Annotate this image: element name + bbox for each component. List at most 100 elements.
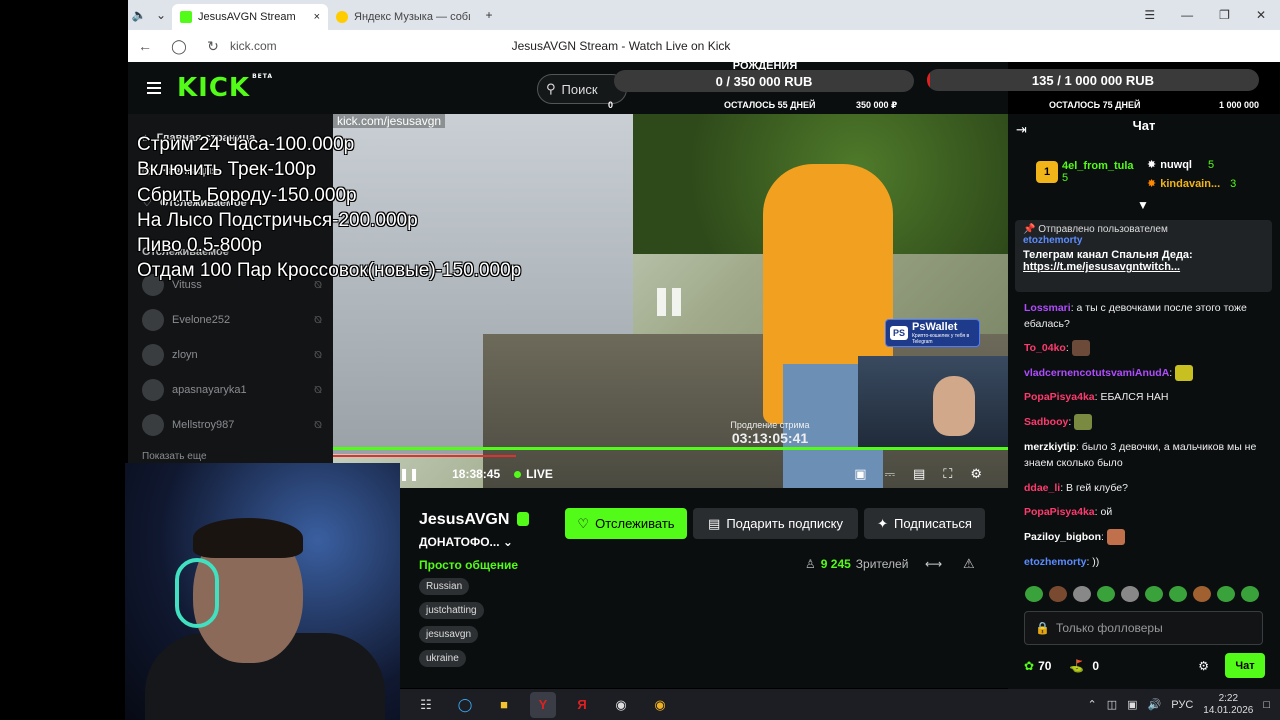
task-view-icon[interactable]: ☷	[413, 692, 439, 718]
pip-icon[interactable]: ▣	[854, 466, 866, 482]
chat-username[interactable]: Paziloy_bigbon	[1024, 531, 1101, 543]
emote-icon[interactable]	[1241, 586, 1259, 602]
chat-username[interactable]: PopaPisya4ka	[1024, 391, 1095, 403]
emote-icon[interactable]	[1145, 586, 1163, 602]
leaderboard-entry[interactable]: ✸ nuwql 5	[1147, 158, 1214, 172]
store-icon[interactable]: ⛳	[1069, 659, 1084, 673]
chat-username[interactable]: ddae_li	[1024, 482, 1060, 494]
clock-date: 14.01.2026	[1203, 704, 1254, 716]
sidebar-channel[interactable]: Mellstroy987 ⦰	[142, 414, 322, 436]
theater-icon[interactable]: ▤	[913, 466, 925, 482]
yandex-icon[interactable]: Я	[569, 692, 595, 718]
file-explorer-icon[interactable]: ■	[491, 692, 517, 718]
pinned-link[interactable]: https://t.me/jesusavgntwitch...	[1023, 261, 1264, 273]
edge-icon[interactable]: ◯	[452, 692, 478, 718]
emote-icon[interactable]	[1025, 586, 1043, 602]
gift-subscription-button[interactable]: ▤ Подарить подписку	[693, 508, 858, 539]
menu-icon[interactable]: ☰	[1144, 8, 1155, 22]
report-warning-icon[interactable]: ⚠	[963, 556, 975, 572]
chat-username[interactable]: Sadbooy	[1024, 416, 1068, 428]
fullscreen-icon[interactable]: ⛶	[943, 466, 952, 482]
streamer-webcam	[125, 463, 400, 720]
emote-icon[interactable]	[1193, 586, 1211, 602]
pause-small-icon[interactable]: ❚❚	[399, 467, 419, 481]
network-icon[interactable]: ▣	[1127, 698, 1137, 711]
close-icon[interactable]: ×	[314, 11, 320, 23]
system-tray: ⌃ ◫ ▣ 🔊 РУС 2:22 14.01.2026 □	[1088, 693, 1280, 717]
new-tab-plus-icon[interactable]: +	[478, 4, 500, 26]
inset-face	[933, 376, 975, 436]
pause-icon[interactable]	[657, 288, 683, 316]
show-more-link[interactable]: Показать еще	[142, 451, 322, 462]
channel-name[interactable]: JesusAVGN	[419, 511, 509, 529]
emote-icon[interactable]	[1049, 586, 1067, 602]
tab-yandex-music[interactable]: Яндекс Музыка — собира	[328, 4, 478, 30]
yandex-browser-icon[interactable]: Y	[530, 691, 556, 718]
chat-message: etozhemorty: ))	[1024, 554, 1270, 570]
profile-icon[interactable]: ◯	[162, 38, 196, 55]
clip-icon[interactable]: ⎓	[885, 466, 895, 482]
language-indicator[interactable]: РУС	[1171, 699, 1193, 711]
sidebar-channel[interactable]: zloyn ⦰	[142, 344, 322, 366]
close-window-icon[interactable]: ✕	[1256, 8, 1266, 22]
stream-category[interactable]: Просто общение	[419, 558, 518, 572]
sidebar-channel[interactable]: apasnayaryka1 ⦰	[142, 379, 322, 401]
pinned-user[interactable]: etozhemorty	[1023, 235, 1264, 246]
window-controls: ☰ — ❐ ✕	[1144, 8, 1280, 22]
kick-logo[interactable]: KICK BETA	[177, 73, 273, 103]
volume-icon[interactable]: 🔊	[1148, 698, 1162, 711]
restore-icon[interactable]: ❐	[1219, 8, 1230, 22]
obs-icon[interactable]: ◉	[608, 692, 634, 718]
stream-tag[interactable]: jesusavgn	[419, 626, 479, 643]
tab-jesusavgn-stream[interactable]: JesusAVGN Stream ×	[172, 4, 328, 30]
battery-icon[interactable]: ◫	[1107, 698, 1117, 711]
emote-icon	[1071, 340, 1090, 357]
emote-icon[interactable]	[1217, 586, 1235, 602]
filter-icon[interactable]: ▼	[1137, 198, 1149, 212]
emote-icon[interactable]	[1073, 586, 1091, 602]
chat-username[interactable]: To_04ko	[1024, 342, 1066, 354]
leaderboard-entry[interactable]: 1 4el_from_tula 5	[1036, 160, 1134, 184]
chevron-up-icon[interactable]: ⌃	[1088, 698, 1097, 711]
chat-username[interactable]: PopaPisya4ka	[1024, 506, 1095, 518]
stream-tag[interactable]: ukraine	[419, 650, 466, 667]
chevron-down-icon[interactable]: ⌄	[503, 535, 513, 549]
hamburger-menu-icon[interactable]	[147, 82, 161, 94]
sidebar-channel[interactable]: Evelone252 ⦰	[142, 309, 322, 331]
stream-tag[interactable]: justchatting	[419, 602, 484, 619]
chat-username[interactable]: Lossmari	[1024, 302, 1071, 314]
chrome-icon[interactable]: ◉	[647, 692, 673, 718]
clock-time: 2:22	[1218, 692, 1239, 704]
follow-button[interactable]: ♡ Отслеживать	[565, 508, 687, 539]
clock[interactable]: 2:22 14.01.2026	[1203, 693, 1253, 717]
emote-icon[interactable]	[1097, 586, 1115, 602]
gear-icon[interactable]: ⚙	[970, 466, 982, 482]
chat-username[interactable]: merzkiytip	[1024, 441, 1076, 453]
seek-bar[interactable]	[333, 447, 1008, 450]
speaker-icon[interactable]: 🔈	[128, 4, 150, 26]
chat-username[interactable]: vladcernencotutsvamiAnudA	[1024, 367, 1169, 379]
chat-message: PopaPisya4ka: ой	[1024, 504, 1270, 520]
reload-icon[interactable]: ↻	[196, 38, 230, 55]
emote-icon[interactable]	[1121, 586, 1139, 602]
donation-fill-right	[927, 69, 931, 91]
notification-icon[interactable]: □	[1263, 699, 1270, 711]
minimize-icon[interactable]: —	[1181, 8, 1193, 22]
leaderboard-entry[interactable]: ✸ kindavain... 3	[1147, 177, 1236, 191]
emote-icon[interactable]	[1169, 586, 1187, 602]
url-field[interactable]: kick.com	[230, 39, 480, 53]
lock-icon: 🔒	[1035, 621, 1050, 635]
send-chat-button[interactable]: Чат	[1225, 653, 1265, 678]
stream-tag[interactable]: Russian	[419, 578, 470, 595]
chevron-down-icon[interactable]: ⌄	[150, 4, 172, 26]
points-icon[interactable]: ✿	[1024, 659, 1034, 673]
back-arrow-icon[interactable]: ←	[128, 38, 162, 54]
chat-input[interactable]: 🔒 Только фолловеры	[1024, 611, 1263, 645]
share-icon[interactable]: ⟷	[925, 557, 942, 571]
offline-icon: ⦰	[313, 314, 322, 326]
gear-icon[interactable]: ⚙	[1198, 659, 1209, 673]
pinned-text: Телеграм канал Спальня Деда:	[1023, 249, 1193, 261]
stream-title[interactable]: ДОНАТОФО... ⌄	[419, 535, 513, 549]
chat-username[interactable]: etozhemorty	[1024, 556, 1086, 568]
subscribe-button[interactable]: ✦ Подписаться	[864, 508, 985, 539]
